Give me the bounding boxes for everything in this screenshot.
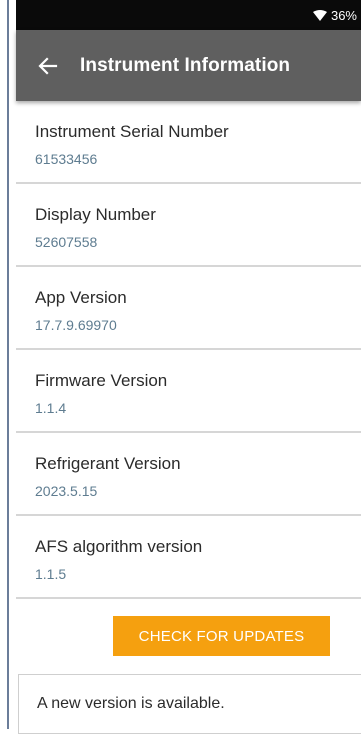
notice-text: A new version is available.	[37, 695, 225, 712]
arrow-left-icon	[38, 56, 58, 76]
item-label: Instrument Serial Number	[35, 122, 229, 141]
list-item-serial-number: Instrument Serial Number 61533456	[16, 101, 361, 184]
item-value: 1.1.4	[35, 400, 67, 416]
list-item-refrigerant-version: Refrigerant Version 2023.5.15	[16, 433, 361, 516]
status-bar: 36%	[16, 0, 361, 30]
item-label: AFS algorithm version	[35, 537, 203, 556]
item-label: Firmware Version	[35, 371, 168, 390]
update-notice: A new version is available.	[18, 674, 361, 734]
list-item-app-version: App Version 17.7.9.69970	[16, 267, 361, 350]
list-item-afs-algorithm-version: AFS algorithm version 1.1.5	[16, 516, 361, 599]
item-value: 17.7.9.69970	[35, 317, 117, 333]
app-bar: Instrument Information	[16, 30, 361, 101]
left-edge-border	[0, 0, 16, 729]
item-value: 61533456	[35, 151, 98, 167]
back-button[interactable]	[34, 52, 62, 80]
item-label: App Version	[35, 288, 127, 307]
page-title: Instrument Information	[80, 54, 291, 76]
item-value: 52607558	[35, 234, 98, 250]
item-value: 2023.5.15	[35, 483, 98, 499]
item-label: Display Number	[35, 205, 156, 224]
check-for-updates-button[interactable]: CHECK FOR UPDATES	[113, 616, 330, 656]
battery-level: 36%	[330, 7, 357, 23]
list-item-display-number: Display Number 52607558	[16, 184, 361, 267]
wifi-icon	[312, 9, 327, 21]
item-label: Refrigerant Version	[35, 454, 181, 473]
list-item-firmware-version: Firmware Version 1.1.4	[16, 350, 361, 433]
info-list: Instrument Serial Number 61533456 Displa…	[16, 101, 361, 599]
item-value: 1.1.5	[35, 566, 67, 582]
